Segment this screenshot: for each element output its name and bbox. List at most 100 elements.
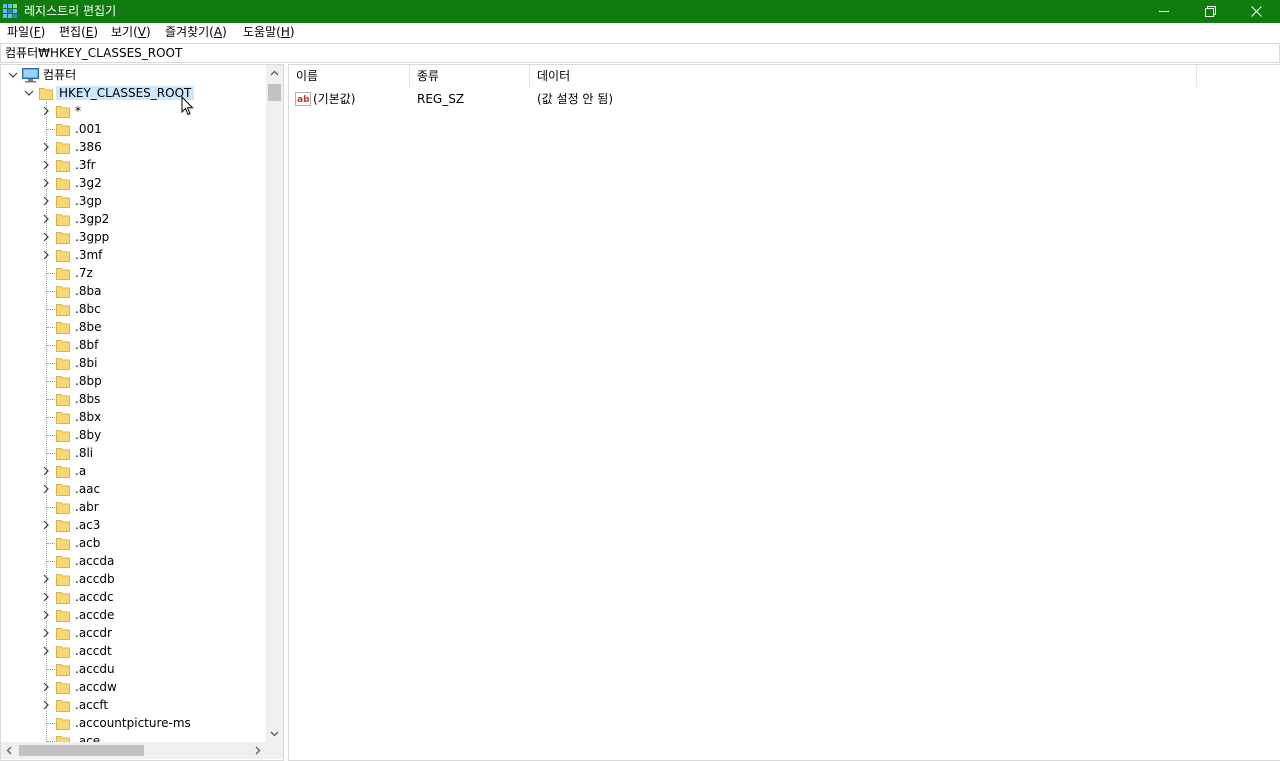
tree-node[interactable]: .8be bbox=[1, 318, 266, 336]
value-row[interactable]: ab (기본값) REG_SZ (값 설정 안 됨) bbox=[289, 89, 1279, 109]
tree-node[interactable]: .3gp bbox=[1, 192, 266, 210]
tree-node[interactable]: .accdu bbox=[1, 660, 266, 678]
folder-icon bbox=[56, 448, 70, 460]
tree-node-label: .accde bbox=[75, 608, 115, 622]
tree-node[interactable]: .8bs bbox=[1, 390, 266, 408]
column-header-name[interactable]: 이름 bbox=[289, 65, 410, 87]
menu-edit[interactable]: 편집(E) bbox=[59, 25, 98, 40]
expand-chevron-icon[interactable] bbox=[40, 102, 52, 120]
tree-node-hkey-classes-root[interactable]: HKEY_CLASSES_ROOT bbox=[1, 84, 266, 102]
folder-icon bbox=[56, 322, 70, 334]
menu-favorites[interactable]: 즐겨찾기(A) bbox=[165, 25, 227, 40]
scroll-corner bbox=[266, 742, 283, 759]
tree-node[interactable]: .8by bbox=[1, 426, 266, 444]
tree-node[interactable]: .accft bbox=[1, 696, 266, 714]
folder-icon bbox=[56, 142, 70, 154]
expand-chevron-icon[interactable] bbox=[40, 174, 52, 192]
tree-horizontal-scrollbar[interactable] bbox=[1, 742, 266, 759]
menu-file[interactable]: 파일(F) bbox=[7, 25, 45, 40]
tree-node[interactable]: .accountpicture-ms bbox=[1, 714, 266, 732]
menu-view[interactable]: 보기(V) bbox=[111, 25, 151, 40]
tree-node[interactable]: .ac3 bbox=[1, 516, 266, 534]
tree-guide-line bbox=[47, 399, 55, 400]
minimize-button[interactable] bbox=[1141, 0, 1187, 23]
tree-node[interactable]: .accda bbox=[1, 552, 266, 570]
tree-node-label: .abr bbox=[75, 500, 99, 514]
folder-icon bbox=[56, 628, 70, 640]
expand-chevron-icon[interactable] bbox=[40, 192, 52, 210]
address-bar[interactable]: 컴퓨터₩HKEY_CLASSES_ROOT bbox=[0, 43, 1280, 63]
tree-node[interactable]: .abr bbox=[1, 498, 266, 516]
tree-node[interactable]: .7z bbox=[1, 264, 266, 282]
tree-node[interactable]: .3fr bbox=[1, 156, 266, 174]
tree-node-label: .3gp bbox=[75, 194, 102, 208]
expand-chevron-icon[interactable] bbox=[40, 516, 52, 534]
scroll-left-icon[interactable] bbox=[1, 742, 18, 759]
tree-node-label: .accountpicture-ms bbox=[75, 716, 191, 730]
tree-node[interactable]: .8bx bbox=[1, 408, 266, 426]
tree-node[interactable]: .001 bbox=[1, 120, 266, 138]
expand-chevron-icon[interactable] bbox=[40, 462, 52, 480]
tree-node[interactable]: .3mf bbox=[1, 246, 266, 264]
horizontal-scroll-thumb[interactable] bbox=[19, 745, 144, 756]
tree-guide-line bbox=[47, 417, 55, 418]
tree-node[interactable]: .8li bbox=[1, 444, 266, 462]
tree-node-computer[interactable]: 컴퓨터 bbox=[1, 66, 266, 84]
menu-help[interactable]: 도움말(H) bbox=[243, 25, 295, 40]
expand-chevron-icon[interactable] bbox=[40, 480, 52, 498]
expand-chevron-icon[interactable] bbox=[40, 210, 52, 228]
expand-chevron-icon[interactable] bbox=[40, 246, 52, 264]
restore-button[interactable] bbox=[1187, 0, 1233, 23]
tree-node[interactable]: .8bp bbox=[1, 372, 266, 390]
expand-chevron-icon[interactable] bbox=[40, 678, 52, 696]
column-header-type[interactable]: 종류 bbox=[410, 65, 530, 87]
scroll-up-icon[interactable] bbox=[266, 65, 283, 82]
tree-node-label: .accdr bbox=[75, 626, 112, 640]
tree-node[interactable]: .acb bbox=[1, 534, 266, 552]
expand-chevron-icon[interactable] bbox=[40, 156, 52, 174]
tree-node[interactable]: .8bc bbox=[1, 300, 266, 318]
folder-icon bbox=[56, 232, 70, 244]
collapse-chevron-icon[interactable] bbox=[7, 66, 19, 84]
tree-node[interactable]: .accde bbox=[1, 606, 266, 624]
column-header-data[interactable]: 데이터 bbox=[530, 65, 1197, 87]
tree-node-label: .ac3 bbox=[75, 518, 101, 532]
tree-node[interactable]: .8bi bbox=[1, 354, 266, 372]
tree-node[interactable]: .3gpp bbox=[1, 228, 266, 246]
expand-chevron-icon[interactable] bbox=[40, 624, 52, 642]
expand-chevron-icon[interactable] bbox=[40, 588, 52, 606]
tree-node[interactable]: .3gp2 bbox=[1, 210, 266, 228]
tree-vertical-scrollbar[interactable] bbox=[266, 65, 283, 742]
tree-node[interactable]: .a bbox=[1, 462, 266, 480]
collapse-chevron-icon[interactable] bbox=[23, 84, 35, 102]
tree-node[interactable]: .386 bbox=[1, 138, 266, 156]
tree-node[interactable]: .accdt bbox=[1, 642, 266, 660]
tree-node[interactable]: .accdc bbox=[1, 588, 266, 606]
expand-chevron-icon[interactable] bbox=[40, 138, 52, 156]
tree-node-label: .aac bbox=[75, 482, 101, 496]
tree-node[interactable]: .ace bbox=[1, 732, 266, 742]
folder-icon bbox=[56, 106, 70, 118]
expand-chevron-icon[interactable] bbox=[40, 570, 52, 588]
close-button[interactable] bbox=[1233, 0, 1279, 23]
tree-node[interactable]: .accdw bbox=[1, 678, 266, 696]
tree-node[interactable]: .8bf bbox=[1, 336, 266, 354]
tree-node[interactable]: * bbox=[1, 102, 266, 120]
tree-node-label: .3fr bbox=[75, 158, 96, 172]
expand-chevron-icon[interactable] bbox=[40, 228, 52, 246]
tree-node[interactable]: .8ba bbox=[1, 282, 266, 300]
tree-node[interactable]: .3g2 bbox=[1, 174, 266, 192]
expand-chevron-icon[interactable] bbox=[40, 606, 52, 624]
folder-icon bbox=[56, 592, 70, 604]
tree-node-label: .8by bbox=[75, 428, 102, 442]
scroll-down-icon[interactable] bbox=[266, 725, 283, 742]
tree-guide-line bbox=[47, 669, 55, 670]
folder-icon bbox=[56, 214, 70, 226]
expand-chevron-icon[interactable] bbox=[40, 696, 52, 714]
vertical-scroll-thumb[interactable] bbox=[268, 84, 281, 101]
tree-node[interactable]: .aac bbox=[1, 480, 266, 498]
scroll-right-icon[interactable] bbox=[249, 742, 266, 759]
expand-chevron-icon[interactable] bbox=[40, 642, 52, 660]
tree-node[interactable]: .accdr bbox=[1, 624, 266, 642]
tree-node[interactable]: .accdb bbox=[1, 570, 266, 588]
